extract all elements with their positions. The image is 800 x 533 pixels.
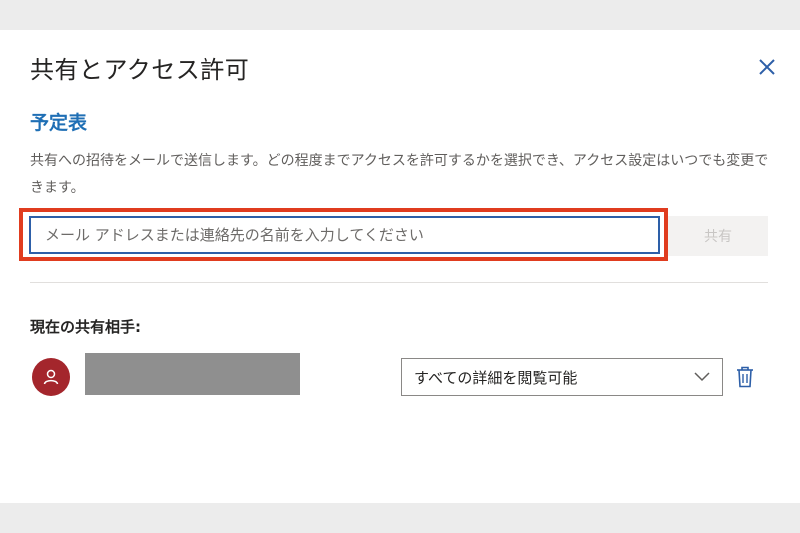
avatar: [32, 358, 70, 396]
share-button[interactable]: 共有: [668, 216, 768, 256]
dialog-title: 共有とアクセス許可: [30, 56, 250, 84]
permission-value: すべての詳細を閲覧可能: [414, 368, 578, 387]
email-input[interactable]: [29, 216, 660, 254]
shared-with-heading: 現在の共有相手:: [30, 318, 141, 336]
calendar-name: 予定表: [30, 112, 88, 134]
chevron-down-icon: [694, 372, 710, 382]
delete-button[interactable]: [735, 365, 755, 389]
redacted-contact-name: [85, 353, 300, 395]
close-icon: [759, 59, 775, 75]
permission-dropdown[interactable]: すべての詳細を閲覧可能: [401, 358, 723, 396]
close-button[interactable]: [754, 54, 780, 80]
share-dialog: 共有とアクセス許可 予定表 共有への招待をメールで送信します。どの程度までアクセ…: [0, 30, 800, 503]
share-description: 共有への招待をメールで送信します。どの程度までアクセスを許可するかを選択でき、ア…: [30, 153, 769, 196]
trash-icon: [737, 366, 753, 388]
divider: [30, 282, 768, 283]
person-icon: [43, 369, 59, 385]
